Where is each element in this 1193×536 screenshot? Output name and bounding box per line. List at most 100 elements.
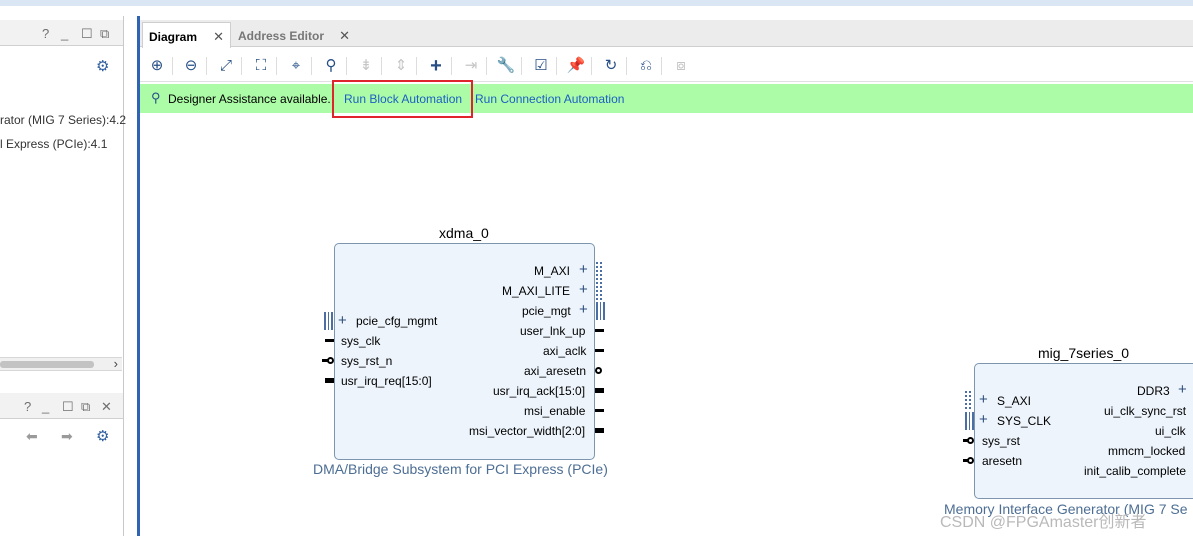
properties-icon[interactable]: 🔧 bbox=[495, 56, 517, 76]
expand-plus-icon[interactable]: + bbox=[979, 392, 988, 407]
watermark: CSDN @FPGAmaster创新者 bbox=[940, 514, 1147, 531]
close-icon[interactable]: ✕ bbox=[213, 29, 224, 45]
gear-icon[interactable]: ⚙ bbox=[96, 57, 109, 75]
fit-icon[interactable]: ⤢ bbox=[215, 56, 237, 76]
scrollbar-thumb[interactable] bbox=[0, 361, 94, 368]
port-s-axi[interactable]: S_AXI bbox=[997, 394, 1031, 408]
assistance-message: Designer Assistance available. bbox=[168, 92, 331, 106]
toolbar-separator bbox=[556, 57, 557, 75]
tab-address-editor[interactable]: Address Editor ✕ bbox=[232, 22, 356, 48]
bus-interface-pin[interactable] bbox=[596, 302, 605, 320]
port-pin[interactable] bbox=[325, 339, 334, 342]
port-pin[interactable] bbox=[595, 428, 604, 433]
bus-interface-pin[interactable] bbox=[965, 412, 974, 430]
port-pin[interactable] bbox=[595, 388, 604, 393]
bus-interface-pin[interactable] bbox=[324, 312, 333, 330]
toolbar-separator bbox=[416, 57, 417, 75]
zoom-out-icon[interactable]: ⊖ bbox=[180, 56, 202, 76]
reset-pin[interactable] bbox=[967, 437, 974, 444]
port-sys-rst-n[interactable]: sys_rst_n bbox=[341, 354, 392, 368]
port-sys-clk[interactable]: SYS_CLK bbox=[997, 414, 1051, 428]
horizontal-scrollbar[interactable]: › bbox=[0, 356, 122, 371]
help-icon[interactable]: ? bbox=[42, 26, 49, 41]
port-ui-clk-sync-rst[interactable]: ui_clk_sync_rst bbox=[1104, 404, 1186, 418]
float-icon[interactable]: ⧉ bbox=[81, 399, 90, 415]
maximize-icon[interactable]: ☐ bbox=[62, 399, 74, 415]
tab-bar: Diagram ✕ Address Editor ✕ bbox=[140, 20, 1193, 48]
tab-label: Address Editor bbox=[238, 29, 325, 43]
port-ui-clk[interactable]: ui_clk bbox=[1155, 424, 1186, 438]
port-ddr3[interactable]: DDR3 bbox=[1137, 384, 1170, 398]
port-pcie-cfg-mgmt[interactable]: pcie_cfg_mgmt bbox=[356, 314, 437, 328]
bus-interface-pin[interactable] bbox=[596, 282, 602, 300]
tree-item-xdma[interactable]: l Express (PCIe):4.1 bbox=[0, 137, 107, 151]
float-icon[interactable]: ⧉ bbox=[100, 26, 109, 42]
port-m-axi-lite[interactable]: M_AXI_LITE bbox=[502, 284, 570, 298]
toolbar-separator bbox=[451, 57, 452, 75]
maximize-icon[interactable]: ☐ bbox=[81, 26, 93, 42]
help-icon[interactable]: ? bbox=[24, 399, 31, 414]
port-sys-rst[interactable]: sys_rst bbox=[982, 434, 1020, 448]
port-aresetn[interactable]: aresetn bbox=[982, 454, 1022, 468]
bus-interface-pin[interactable] bbox=[965, 391, 971, 409]
expand-plus-icon[interactable]: + bbox=[1178, 382, 1187, 397]
minimize-icon[interactable]: _ bbox=[42, 399, 49, 414]
pin-icon: ⚲ bbox=[151, 90, 161, 105]
port-user-lnk-up[interactable]: user_lnk_up bbox=[520, 324, 585, 338]
port-pin[interactable] bbox=[325, 378, 334, 383]
minimize-icon[interactable]: _ bbox=[61, 26, 68, 41]
port-msi-vector-width[interactable]: msi_vector_width[2:0] bbox=[469, 424, 585, 438]
port-axi-aclk[interactable]: axi_aclk bbox=[543, 344, 586, 358]
reset-pin[interactable] bbox=[327, 357, 334, 364]
forward-arrow-icon[interactable]: ➡ bbox=[61, 428, 73, 445]
xdma-instance-name: xdma_0 bbox=[439, 225, 489, 241]
port-sys-clk[interactable]: sys_clk bbox=[341, 334, 380, 348]
regenerate-icon[interactable]: ↻ bbox=[600, 56, 622, 76]
close-icon[interactable]: ✕ bbox=[101, 399, 112, 415]
port-init-calib-complete[interactable]: init_calib_complete bbox=[1084, 464, 1186, 478]
port-m-axi[interactable]: M_AXI bbox=[534, 264, 570, 278]
reset-pin[interactable] bbox=[967, 457, 974, 464]
back-arrow-icon[interactable]: ⬅ bbox=[26, 428, 38, 445]
expand-icon[interactable]: ⇕ bbox=[390, 56, 412, 76]
gear-icon[interactable]: ⚙ bbox=[96, 427, 109, 445]
make-connection-icon[interactable]: ⇥ bbox=[460, 56, 482, 76]
center-icon[interactable]: ⌖ bbox=[285, 56, 307, 76]
validate-icon[interactable]: ☑ bbox=[530, 56, 552, 76]
expand-plus-icon[interactable]: + bbox=[579, 282, 588, 297]
toolbar-separator bbox=[172, 57, 173, 75]
port-mmcm-locked[interactable]: mmcm_locked bbox=[1108, 444, 1185, 458]
port-usr-irq-req[interactable]: usr_irq_req[15:0] bbox=[341, 374, 432, 388]
diagram-toolbar: ⊕ ⊖ ⤢ ⛶ ⌖ ⚲ ⇟ ⇕ + ⇥ 🔧 ☑ 📌 ↻ ⎌ ⧇ bbox=[140, 50, 1193, 82]
properties-panel-titlebar: ? _ ☐ ⧉ ✕ bbox=[0, 393, 123, 419]
zoom-in-icon[interactable]: ⊕ bbox=[146, 56, 168, 76]
hierarchy-icon[interactable]: ⧇ bbox=[670, 56, 692, 76]
close-icon[interactable]: ✕ bbox=[339, 28, 350, 44]
run-connection-automation-link[interactable]: Run Connection Automation bbox=[475, 92, 624, 106]
tab-diagram[interactable]: Diagram ✕ bbox=[142, 22, 231, 48]
optimize-routing-icon[interactable]: ⎌ bbox=[635, 56, 657, 76]
port-msi-enable[interactable]: msi_enable bbox=[524, 404, 585, 418]
expand-plus-icon[interactable]: + bbox=[579, 302, 588, 317]
pin-icon[interactable]: 📌 bbox=[565, 56, 587, 76]
expand-plus-icon[interactable]: + bbox=[579, 262, 588, 277]
bus-interface-pin[interactable] bbox=[596, 262, 602, 280]
tree-item-mig[interactable]: rator (MIG 7 Series):4.2 bbox=[0, 113, 126, 127]
add-ip-icon[interactable]: + bbox=[425, 56, 447, 76]
expand-plus-icon[interactable]: + bbox=[338, 313, 347, 328]
expand-plus-icon[interactable]: + bbox=[979, 412, 988, 427]
port-pin[interactable] bbox=[595, 329, 604, 332]
search-icon[interactable]: ⚲ bbox=[320, 56, 342, 76]
port-pin[interactable] bbox=[595, 349, 604, 352]
reset-pin[interactable] bbox=[595, 367, 602, 374]
port-axi-aresetn[interactable]: axi_aresetn bbox=[524, 364, 586, 378]
port-pin[interactable] bbox=[595, 409, 604, 412]
port-pcie-mgt[interactable]: pcie_mgt bbox=[522, 304, 571, 318]
toolbar-separator bbox=[381, 57, 382, 75]
toolbar-separator bbox=[661, 57, 662, 75]
collapse-icon[interactable]: ⇟ bbox=[355, 56, 377, 76]
toolbar-separator bbox=[206, 57, 207, 75]
chevron-right-icon[interactable]: › bbox=[114, 356, 118, 371]
zoom-area-icon[interactable]: ⛶ bbox=[250, 56, 272, 76]
port-usr-irq-ack[interactable]: usr_irq_ack[15:0] bbox=[493, 384, 585, 398]
